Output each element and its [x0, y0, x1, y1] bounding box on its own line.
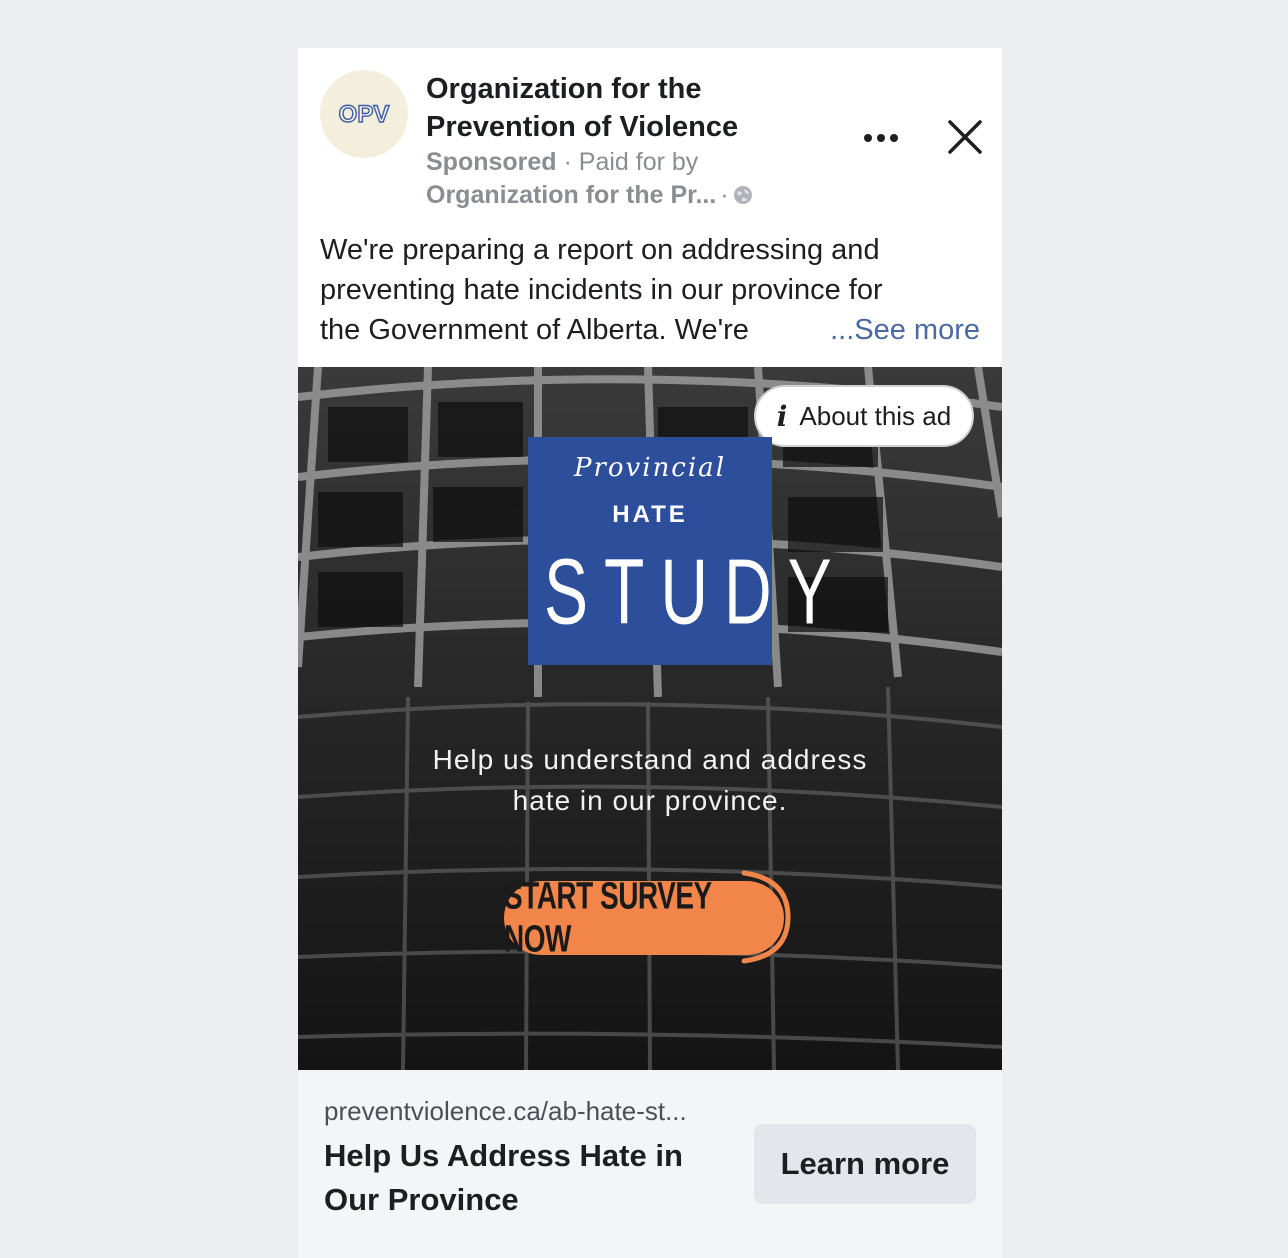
study-title-box: Provincial HATE STUDY — [528, 437, 848, 665]
creative-tagline: Help us understand and address hate in o… — [368, 739, 932, 821]
paid-for-by-label: · Paid for by — [563, 148, 699, 176]
info-icon: i — [776, 399, 788, 433]
ad-body-text: We're preparing a report on addressing a… — [320, 230, 980, 350]
see-more-link[interactable]: ...See more — [830, 310, 980, 350]
tagline-line: hate in our province. — [512, 785, 788, 816]
link-headline: Help Us Address Hate in Our Province — [324, 1138, 683, 1217]
separator: · — [720, 181, 729, 209]
link-url: preventviolence.ca/ab-hate-st... — [324, 1096, 687, 1126]
learn-more-button[interactable]: Learn more — [754, 1124, 976, 1204]
sponsored-line: Sponsored · Paid for by — [426, 146, 698, 178]
creative-line-hate: HATE — [612, 501, 688, 528]
ad-card: OPV Organization for the Prevention of V… — [298, 48, 1002, 1258]
about-this-ad-button[interactable]: i About this ad — [754, 385, 974, 447]
globe-icon — [733, 186, 752, 204]
ellipsis-icon — [864, 134, 898, 142]
page-name[interactable]: Organization for the Prevention of Viole… — [426, 70, 806, 146]
about-this-ad-label: About this ad — [799, 400, 952, 431]
sponsored-label: Sponsored — [426, 148, 557, 176]
body-line: We're preparing a report on addressing a… — [320, 234, 880, 266]
opv-logo: OPV — [338, 100, 390, 128]
creative-line-study: STUDY — [544, 539, 848, 643]
tagline-line: Help us understand and address — [432, 744, 868, 775]
body-line: preventing hate incidents in our provinc… — [320, 274, 883, 306]
payer-line: Organization for the Pr... · — [426, 179, 753, 211]
link-preview-footer[interactable]: preventviolence.ca/ab-hate-st... Help Us… — [298, 1070, 1002, 1258]
close-icon — [948, 120, 982, 154]
svg-text:OPV: OPV — [339, 101, 390, 128]
payer-name[interactable]: Organization for the Pr... — [426, 179, 716, 211]
ad-creative-image[interactable]: i About this ad Provincial HATE STUDY He… — [298, 367, 1002, 1070]
more-options-button[interactable] — [858, 118, 904, 158]
body-line: the Government of Alberta. We're — [320, 314, 749, 346]
cta-arc-decoration — [741, 870, 791, 964]
avatar[interactable]: OPV — [320, 70, 408, 158]
creative-line-provincial: Provincial — [573, 453, 727, 483]
close-button[interactable] — [942, 114, 988, 160]
